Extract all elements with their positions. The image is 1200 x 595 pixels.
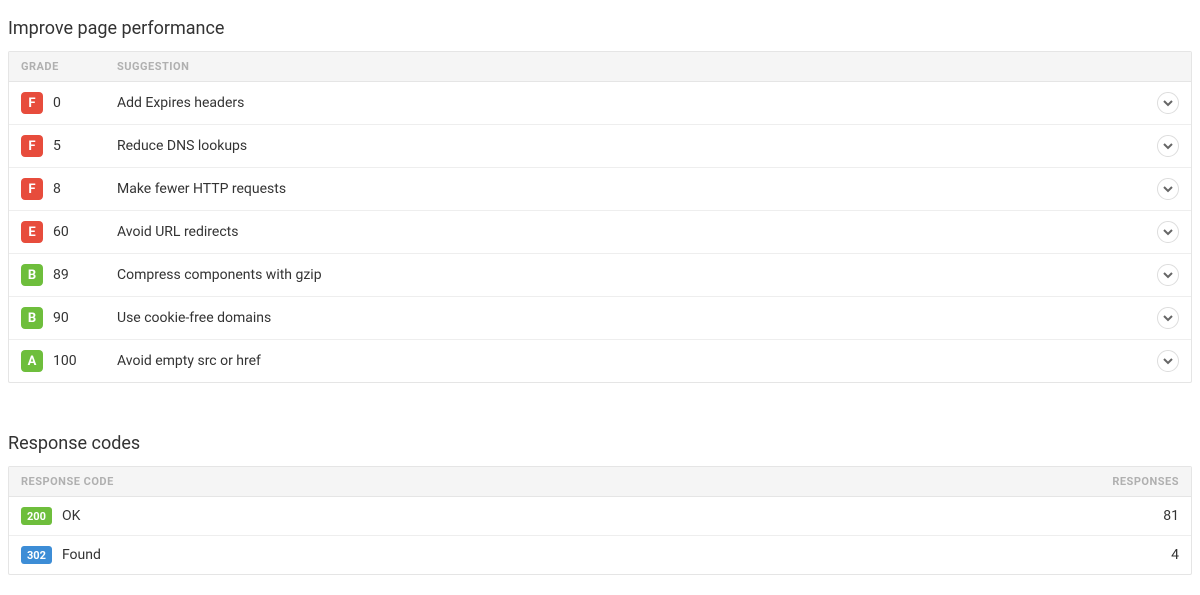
resp-panel: RESPONSE CODE RESPONSES 200 OK 81 302 Found 4	[8, 466, 1192, 575]
perf-suggestion: Use cookie-free domains	[117, 310, 1139, 326]
perf-suggestion: Compress components with gzip	[117, 267, 1139, 283]
perf-section-title: Improve page performance	[8, 18, 1192, 39]
response-count: 4	[1039, 547, 1179, 563]
perf-suggestion: Make fewer HTTP requests	[117, 181, 1139, 197]
perf-suggestion: Add Expires headers	[117, 95, 1139, 111]
resp-code-cell: 302 Found	[21, 546, 1039, 564]
grade-badge: F	[21, 135, 43, 157]
perf-expand-cell	[1139, 135, 1179, 157]
perf-suggestion: Avoid URL redirects	[117, 224, 1139, 240]
perf-grade-cell: F0	[21, 92, 117, 114]
resp-header-responses: RESPONSES	[1039, 475, 1179, 488]
perf-grade-cell: F8	[21, 178, 117, 200]
perf-row[interactable]: A 100 Avoid empty src or href	[9, 340, 1191, 382]
chevron-down-icon	[1163, 313, 1173, 323]
perf-row[interactable]: F8Make fewer HTTP requests	[9, 168, 1191, 211]
perf-suggestion: Avoid empty src or href	[117, 353, 1139, 369]
chevron-down-icon	[1163, 98, 1173, 108]
response-code-label: OK	[62, 508, 80, 524]
perf-expand-cell	[1139, 350, 1179, 372]
chevron-down-icon	[1163, 227, 1173, 237]
expand-button[interactable]	[1157, 221, 1179, 243]
perf-row[interactable]: B 89 Compress components with gzip	[9, 254, 1191, 297]
chevron-down-icon	[1163, 184, 1173, 194]
perf-row[interactable]: F0Add Expires headers	[9, 82, 1191, 125]
perf-expand-cell	[1139, 221, 1179, 243]
perf-grade-cell: E 60	[21, 221, 117, 243]
grade-badge: B	[21, 264, 43, 286]
resp-table-header: RESPONSE CODE RESPONSES	[9, 467, 1191, 497]
resp-code-cell: 200 OK	[21, 507, 1039, 525]
expand-button[interactable]	[1157, 178, 1179, 200]
perf-expand-cell	[1139, 264, 1179, 286]
response-count: 81	[1039, 508, 1179, 524]
perf-expand-cell	[1139, 92, 1179, 114]
perf-row[interactable]: E 60 Avoid URL redirects	[9, 211, 1191, 254]
grade-score: 100	[53, 353, 77, 369]
response-code-label: Found	[62, 547, 101, 563]
perf-row[interactable]: F5Reduce DNS lookups	[9, 125, 1191, 168]
perf-grade-cell: F5	[21, 135, 117, 157]
chevron-down-icon	[1163, 356, 1173, 366]
expand-button[interactable]	[1157, 135, 1179, 157]
grade-score: 0	[53, 95, 61, 111]
grade-badge: E	[21, 221, 43, 243]
grade-badge: F	[21, 178, 43, 200]
perf-panel: GRADE SUGGESTION F0Add Expires headersF5…	[8, 51, 1192, 383]
perf-header-grade: GRADE	[21, 60, 117, 73]
perf-grade-cell: B 89	[21, 264, 117, 286]
grade-score: 5	[53, 138, 61, 154]
expand-button[interactable]	[1157, 307, 1179, 329]
perf-grade-cell: A 100	[21, 350, 117, 372]
chevron-down-icon	[1163, 141, 1173, 151]
resp-section-title: Response codes	[8, 433, 1192, 454]
chevron-down-icon	[1163, 270, 1173, 280]
perf-suggestion: Reduce DNS lookups	[117, 138, 1139, 154]
resp-row[interactable]: 200 OK 81	[9, 497, 1191, 536]
grade-badge: A	[21, 350, 43, 372]
expand-button[interactable]	[1157, 92, 1179, 114]
response-code-badge: 302	[21, 546, 52, 564]
perf-row[interactable]: B 90 Use cookie-free domains	[9, 297, 1191, 340]
grade-badge: F	[21, 92, 43, 114]
perf-expand-cell	[1139, 307, 1179, 329]
perf-grade-cell: B 90	[21, 307, 117, 329]
resp-row[interactable]: 302 Found 4	[9, 536, 1191, 574]
resp-header-code: RESPONSE CODE	[21, 475, 1039, 488]
perf-header-suggestion: SUGGESTION	[117, 60, 1139, 73]
grade-score: 90	[53, 310, 69, 326]
grade-badge: B	[21, 307, 43, 329]
response-code-badge: 200	[21, 507, 52, 525]
grade-score: 60	[53, 224, 69, 240]
perf-table-header: GRADE SUGGESTION	[9, 52, 1191, 82]
grade-score: 89	[53, 267, 69, 283]
perf-expand-cell	[1139, 178, 1179, 200]
expand-button[interactable]	[1157, 264, 1179, 286]
grade-score: 8	[53, 181, 61, 197]
expand-button[interactable]	[1157, 350, 1179, 372]
